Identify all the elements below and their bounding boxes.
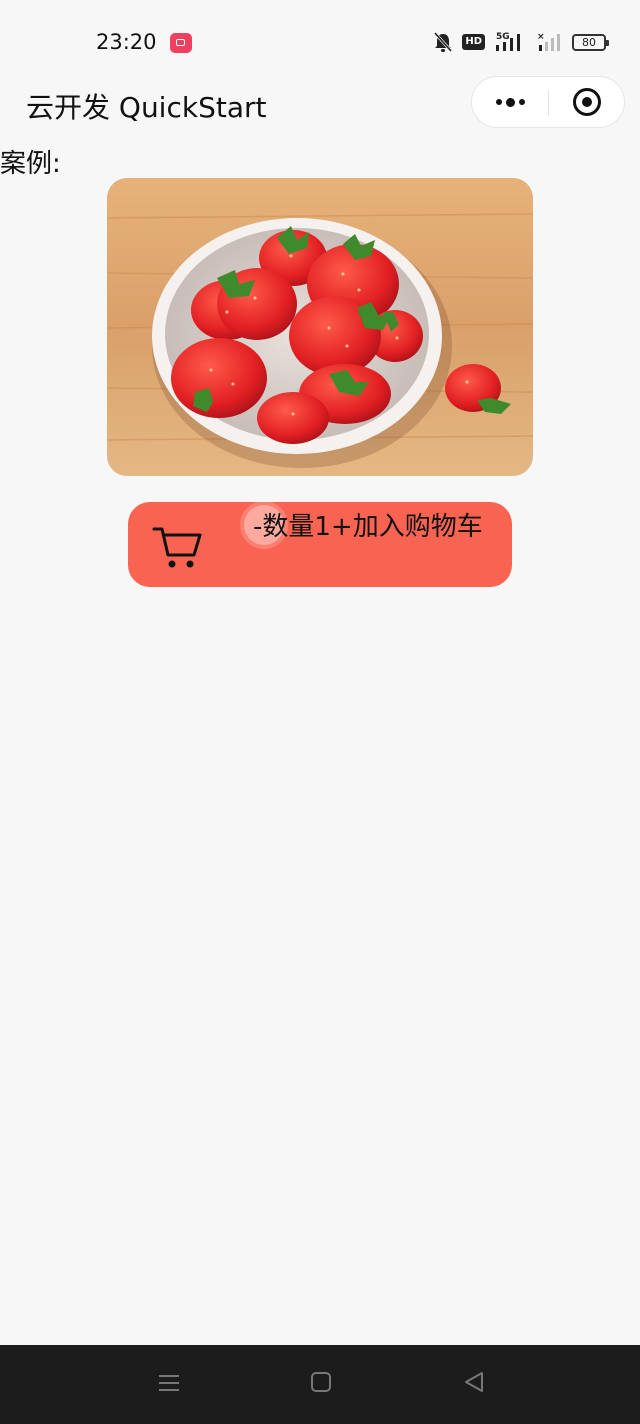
hd-icon: HD [462,34,485,50]
back-triangle-icon[interactable] [463,1371,485,1393]
cart-button-label: -数量1+加入购物车 [253,512,483,542]
signal-5g-icon: 5G [496,32,520,51]
more-dots-icon [495,99,502,105]
menu-lines-icon[interactable] [157,1371,181,1395]
screen-record-icon [170,33,192,53]
more-button[interactable] [472,77,548,127]
product-image [107,178,533,476]
svg-text:×: × [537,32,545,42]
system-navigation-bar [0,1345,640,1424]
battery-icon: 80 [572,33,609,51]
more-dot-center [505,97,515,107]
nav-bar: 云开发 QuickStart [0,76,640,132]
bell-muted-icon [434,32,453,52]
network-label: 5G [496,32,510,42]
status-icons: HD 5G × 80 [433,30,609,54]
menu-capsule [471,76,625,128]
target-close-icon [573,88,601,116]
signal-weak-icon: × [537,32,560,51]
shopping-cart-icon[interactable] [152,523,204,571]
status-bar: 23:20 HD 5G × 80 [0,0,640,76]
section-label: 案例: [0,149,61,179]
close-miniprogram-button[interactable] [549,77,625,127]
home-square-icon[interactable] [310,1371,332,1393]
add-to-cart-button[interactable]: -数量1+加入购物车 [128,502,512,587]
more-dot-right [518,99,525,105]
strawberry-bowl-image [107,178,533,476]
page-title: 云开发 QuickStart [26,91,267,124]
status-time: 23:20 [96,30,157,54]
